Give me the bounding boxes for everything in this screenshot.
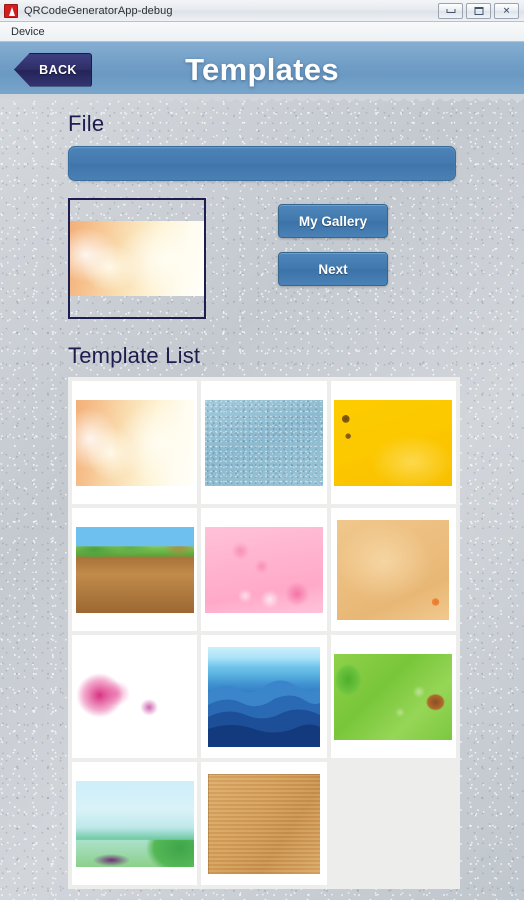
template-tile-cartoon-forest-scene[interactable] [72,508,198,631]
template-tile-peach-floral[interactable] [72,381,198,504]
template-tile-empty-slot [330,762,456,885]
template-thumb-pink-cherry-blossom [204,526,323,613]
maximize-icon [474,6,483,15]
app-content: File My Gallery Next Template List [0,97,524,889]
app-viewport: BACK Templates File My Gallery Next Temp… [0,42,524,900]
template-thumb-blue-denim-texture [204,399,323,486]
close-button[interactable]: ✕ [494,2,519,19]
my-gallery-button[interactable]: My Gallery [278,204,388,238]
template-thumb-green-hummingbird [334,653,453,740]
template-list-label: Template List [68,343,201,368]
emulator-window: QRCodeGeneratorApp-debug ✕ Device BACK T… [0,0,524,900]
action-button-group: My Gallery Next [278,204,388,286]
template-tile-green-hummingbird[interactable] [330,635,456,758]
template-thumb-blue-mountain-layers [207,646,320,747]
preview-row: My Gallery Next [0,198,524,319]
template-tile-yellow-sunflower[interactable] [330,381,456,504]
template-tile-pink-feather[interactable] [72,635,198,758]
mountain-silhouette-icon [207,679,320,747]
template-tile-blue-mountain-layers[interactable] [201,635,327,758]
app-header: BACK Templates [0,42,524,102]
window-title: QRCodeGeneratorApp-debug [24,4,173,17]
back-button[interactable]: BACK [14,52,92,87]
preview-image [70,221,204,296]
template-thumb-yellow-sunflower [334,399,453,486]
maximize-button[interactable] [466,2,491,19]
template-tile-seaside-meadow[interactable] [72,762,198,885]
template-tile-blue-denim-texture[interactable] [201,381,327,504]
template-tile-tan-persimmon[interactable] [330,508,456,631]
template-thumb-tan-persimmon [337,519,450,620]
back-button-label: BACK [39,62,77,77]
selected-template-preview[interactable] [68,198,206,319]
window-controls: ✕ [438,2,519,19]
next-button[interactable]: Next [278,252,388,286]
template-tile-wooden-planks[interactable] [201,762,327,885]
file-section-label: File [68,111,105,136]
minimize-icon [446,8,455,13]
template-tile-pink-cherry-blossom[interactable] [201,508,327,631]
menu-item-device[interactable]: Device [7,25,49,39]
android-emulator-icon [4,3,18,18]
window-menubar: Device [0,22,524,42]
template-thumb-peach-floral [75,399,194,486]
template-grid [68,377,460,889]
window-titlebar: QRCodeGeneratorApp-debug ✕ [0,0,524,22]
template-thumb-wooden-planks [207,773,320,874]
close-icon: ✕ [502,5,511,15]
template-thumb-seaside-meadow [75,780,194,867]
template-thumb-pink-feather [75,653,194,740]
minimize-button[interactable] [438,2,463,19]
template-thumb-cartoon-forest-scene [75,526,194,613]
file-input[interactable] [68,146,456,181]
